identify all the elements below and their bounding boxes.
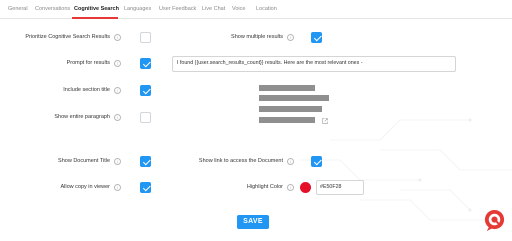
prioritize-checkbox[interactable]	[140, 32, 151, 43]
info-icon[interactable]: i	[287, 34, 294, 41]
multiple-results-label: Show multiple results	[231, 34, 283, 40]
prompt-text-field[interactable]: I found {{user.search_results_count}} re…	[172, 56, 456, 72]
highlight-color-swatch[interactable]	[300, 182, 311, 193]
info-icon[interactable]: i	[114, 158, 121, 165]
section-title-label: Include section title	[63, 87, 110, 93]
tab-languages[interactable]: Languages	[124, 6, 151, 12]
tab-live-chat[interactable]: Live Chat	[202, 6, 225, 12]
info-icon[interactable]: i	[114, 34, 121, 41]
active-tab-indicator	[72, 17, 118, 19]
document-title-checkbox[interactable]	[140, 156, 151, 167]
info-icon[interactable]: i	[287, 184, 294, 191]
document-link-label: Show link to access the Document	[198, 158, 283, 164]
section-title-checkbox[interactable]	[140, 85, 151, 96]
allow-copy-checkbox[interactable]	[140, 182, 151, 193]
prompt-checkbox[interactable]	[140, 58, 151, 69]
preview-bar	[259, 117, 315, 123]
preview-bar	[259, 85, 315, 91]
highlight-color-label: Highlight Color	[246, 184, 283, 190]
document-title-label: Show Document Title	[58, 158, 110, 164]
highlight-color-input[interactable]: #E50F28	[316, 180, 364, 195]
info-icon[interactable]: i	[114, 184, 121, 191]
info-icon[interactable]: i	[287, 158, 294, 165]
allow-copy-label: Allow copy in viewer	[60, 184, 110, 190]
tab-bar: General Conversations Cognitive Search L…	[0, 0, 512, 19]
external-link-icon[interactable]	[322, 118, 328, 124]
tab-user-feedback[interactable]: User Feedback	[159, 6, 196, 12]
entire-paragraph-label: Show entire paragraph	[54, 114, 110, 120]
tab-cognitive-search[interactable]: Cognitive Search	[74, 6, 119, 12]
info-icon[interactable]: i	[114, 87, 121, 94]
save-button[interactable]: SAVE	[237, 215, 269, 229]
prompt-label: Prompt for results	[66, 60, 110, 66]
document-link-checkbox[interactable]	[311, 156, 322, 167]
info-icon[interactable]: i	[114, 60, 121, 67]
tab-conversations[interactable]: Conversations	[35, 6, 70, 12]
preview-bar	[259, 95, 329, 101]
multiple-results-checkbox[interactable]	[311, 32, 322, 43]
info-icon[interactable]: i	[114, 114, 121, 121]
preview-bar	[259, 106, 322, 112]
tab-location[interactable]: Location	[256, 6, 277, 12]
tab-voice[interactable]: Voice	[232, 6, 245, 12]
tab-general[interactable]: General	[8, 6, 28, 12]
prioritize-label: Prioritize Cognitive Search Results	[25, 34, 110, 40]
brand-logo-icon	[484, 209, 505, 232]
entire-paragraph-checkbox[interactable]	[140, 112, 151, 123]
